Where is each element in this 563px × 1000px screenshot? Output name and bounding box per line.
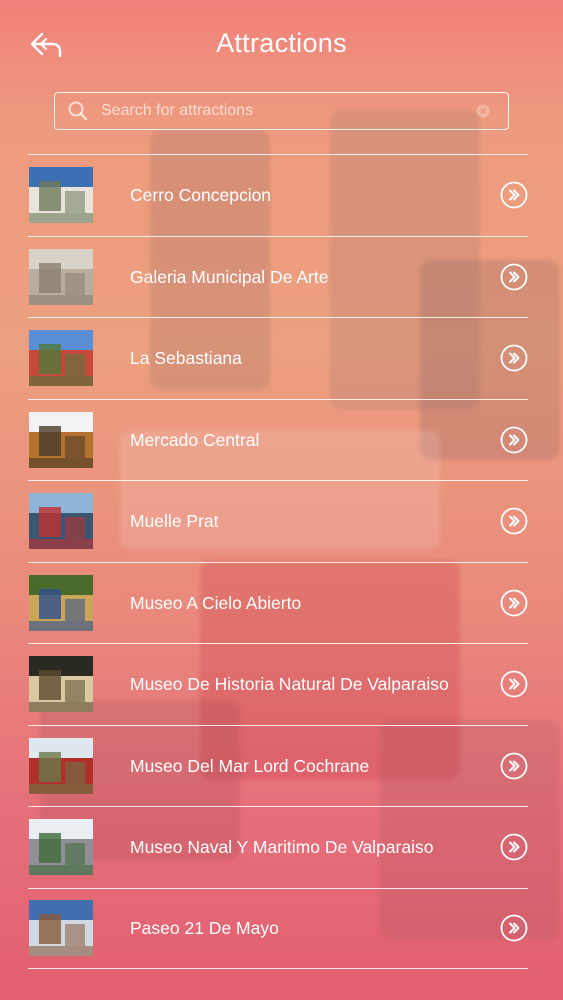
chevron-right-icon[interactable] [500,589,528,617]
attraction-name: La Sebastiana [130,348,242,369]
chevron-right-icon[interactable] [500,507,528,535]
search-input[interactable] [101,102,476,120]
chevron-right-icon[interactable] [500,426,528,454]
attraction-thumbnail [29,493,93,550]
chevron-right-icon[interactable] [500,752,528,780]
list-item[interactable]: Galeria Municipal De Arte [28,235,528,318]
attraction-thumbnail [29,574,93,631]
search-icon [68,101,88,121]
list-item[interactable]: Paseo 21 De Mayo [28,887,528,969]
chevron-right-icon[interactable] [500,263,528,291]
list-item[interactable]: Cerro Concepcion [28,154,528,236]
attraction-thumbnail [29,819,93,876]
list-item[interactable]: Museo Del Mar Lord Cochrane [28,724,528,807]
list-item[interactable]: Muelle Prat [28,480,528,562]
attraction-thumbnail [29,248,93,305]
attraction-name: Cerro Concepcion [130,185,272,206]
list-item[interactable]: La Sebastiana [28,317,528,399]
attraction-name: Paseo 21 De Mayo [130,918,279,939]
attraction-thumbnail [29,900,93,957]
attraction-name: Museo De Historia Natural De Valparaiso [130,674,449,695]
attraction-list: Cerro Concepcion Galeria Municipal De Art… [28,154,528,969]
list-item[interactable]: Museo A Cielo Abierto [28,561,528,644]
attraction-name: Galeria Municipal De Arte [130,266,329,287]
chevron-right-icon[interactable] [500,344,528,372]
attraction-thumbnail [29,167,93,224]
attraction-name: Museo Del Mar Lord Cochrane [130,755,370,776]
attraction-thumbnail [29,737,93,794]
list-item[interactable]: Museo Naval Y Maritimo De Valparaiso [28,806,528,888]
clear-icon[interactable] [476,104,490,118]
list-item[interactable]: Museo De Historia Natural De Valparaiso [28,643,528,725]
attraction-thumbnail [29,411,93,468]
chevron-right-icon[interactable] [500,670,528,698]
chevron-right-icon[interactable] [500,833,528,861]
attraction-name: Museo A Cielo Abierto [130,592,302,613]
attraction-thumbnail [29,330,93,387]
attraction-thumbnail [29,656,93,713]
page-title: Attractions [216,28,347,58]
list-item[interactable]: Mercado Central [28,398,528,481]
app-header: Attractions [0,0,563,90]
attraction-name: Mercado Central [130,429,260,450]
attraction-name: Museo Naval Y Maritimo De Valparaiso [130,837,434,858]
attraction-name: Muelle Prat [130,511,219,532]
search-bar [54,92,509,130]
chevron-right-icon[interactable] [500,181,528,209]
chevron-right-icon[interactable] [500,914,528,942]
